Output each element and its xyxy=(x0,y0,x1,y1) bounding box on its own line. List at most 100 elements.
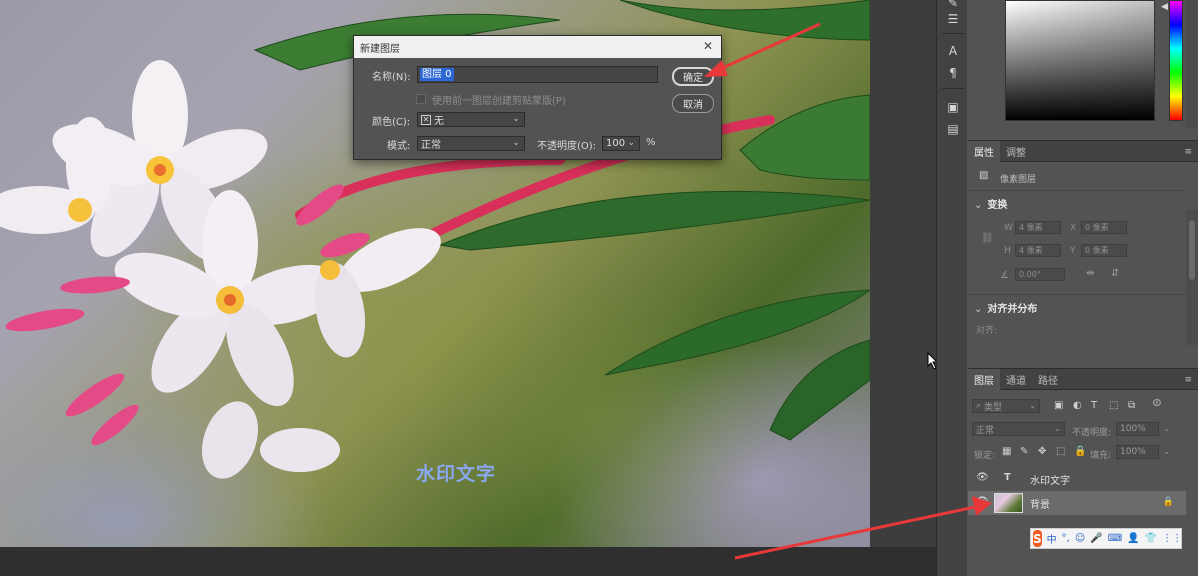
skin-icon[interactable]: 👕 xyxy=(1145,533,1157,544)
ime-toolbar: S 中 °, ☺ 🎤 ⌨ 👤 👕 ⋮⋮ xyxy=(1030,528,1182,549)
height-input[interactable]: 4 像素 xyxy=(1015,244,1061,257)
transform-section-header[interactable]: ⌄ 变换 xyxy=(974,196,1007,211)
keyboard-icon[interactable]: ⌨ xyxy=(1108,533,1122,544)
chevron-down-icon: ⌄ xyxy=(512,138,520,148)
microphone-icon[interactable]: 🎤 xyxy=(1090,533,1102,544)
text-layer-icon: T xyxy=(1004,472,1011,483)
filter-kind-value: 类型 xyxy=(984,402,1003,413)
color-select-value: 无 xyxy=(434,116,444,127)
filter-smart-object-icon[interactable]: ⧉ xyxy=(1128,400,1135,411)
link-icon[interactable]: ⛓ xyxy=(981,233,994,244)
filter-shape-icon[interactable]: ⬚ xyxy=(1109,400,1118,411)
color-panel-scrollbar[interactable] xyxy=(1185,0,1197,128)
layer-name: 背景 xyxy=(1030,500,1050,511)
chevron-down-icon: ⌄ xyxy=(512,114,520,124)
scrollbar-thumb[interactable] xyxy=(1189,220,1195,280)
layer-opacity-input[interactable]: 100% ⌄ xyxy=(1116,422,1170,436)
properties-tabs: 属性 调整 ≡ xyxy=(968,140,1198,162)
mode-select[interactable]: 正常 ⌄ xyxy=(417,136,525,151)
no-color-swatch-icon: ✕ xyxy=(421,114,431,125)
layer-row-watermark[interactable]: 👁 T 水印文字 xyxy=(968,467,1186,491)
opacity-unit: % xyxy=(646,137,656,148)
divider xyxy=(942,33,964,34)
flip-vertical-icon[interactable]: ⇵ xyxy=(1111,268,1119,279)
layer-row-background[interactable]: 👁 背景 🔒 xyxy=(968,491,1186,515)
align-title: 对齐并分布 xyxy=(987,304,1038,315)
fill-label: 填充: xyxy=(1090,451,1112,461)
blend-mode-select[interactable]: 正常 ⌄ xyxy=(972,422,1065,436)
canvas-bottom-bar xyxy=(0,547,936,576)
new-layer-dialog: 新建图层 ✕ 名称(N): 图层 0 使用前一图层创建剪贴蒙版(P) 颜色(C)… xyxy=(353,35,722,160)
chevron-down-icon: ⌄ xyxy=(974,304,983,315)
cancel-button[interactable]: 取消 xyxy=(672,94,714,113)
filter-toggle-icon[interactable]: ⏼ xyxy=(1153,398,1161,409)
layer-name-input[interactable]: 图层 0 xyxy=(417,66,658,83)
clip-mask-checkbox[interactable] xyxy=(416,94,426,104)
watermark-text-layer[interactable]: 水印文字 xyxy=(416,459,496,486)
lock-position-icon[interactable]: ✥ xyxy=(1038,446,1046,457)
tab-properties[interactable]: 属性 xyxy=(968,141,1000,162)
chevron-down-icon: ⌄ xyxy=(1029,401,1036,410)
layer-type-label: 像素图层 xyxy=(1000,175,1037,185)
x-input[interactable]: 0 像素 xyxy=(1081,221,1127,234)
opacity-input[interactable]: 100 ⌄ xyxy=(602,136,640,151)
grid-menu-icon[interactable]: ⋮⋮ xyxy=(1162,533,1182,544)
brush-icon[interactable]: ✎ xyxy=(946,0,960,10)
fill-input[interactable]: 100% ⌄ xyxy=(1116,445,1170,459)
character-icon[interactable]: A xyxy=(946,44,960,58)
blend-mode-value: 正常 xyxy=(976,425,995,436)
filter-adjustment-icon[interactable]: ◐ xyxy=(1073,400,1082,411)
layer-opacity-label: 不透明度: xyxy=(1072,428,1112,438)
paragraph-icon[interactable]: ¶ xyxy=(946,66,960,80)
tab-channels[interactable]: 通道 xyxy=(1000,369,1032,390)
y-input[interactable]: 0 像素 xyxy=(1081,244,1127,257)
properties-scrollbar[interactable] xyxy=(1186,210,1198,345)
lock-transparent-icon[interactable]: ▦ xyxy=(1002,446,1011,457)
chevron-down-icon: ⌄ xyxy=(1054,424,1061,433)
opacity-value: 100 xyxy=(606,138,626,149)
name-label: 名称(N): xyxy=(372,72,411,83)
hue-marker-icon[interactable]: ◀ xyxy=(1161,2,1168,12)
adjustments-icon[interactable]: ☰ xyxy=(946,12,960,26)
visibility-eye-icon[interactable]: 👁 xyxy=(976,496,989,507)
panel-menu-icon[interactable]: ≡ xyxy=(1184,375,1192,385)
panel-menu-icon[interactable]: ≡ xyxy=(1184,147,1192,157)
lock-all-icon[interactable]: 🔒 xyxy=(1074,446,1086,457)
color-select[interactable]: ✕ 无 ⌄ xyxy=(417,112,525,127)
ok-button[interactable]: 确定 xyxy=(672,67,714,86)
notes-icon[interactable]: ▤ xyxy=(946,122,960,136)
angle-icon: ∡ xyxy=(1000,270,1009,281)
mode-label: 模式: xyxy=(387,141,411,152)
punctuation-icon[interactable]: °, xyxy=(1062,533,1070,544)
flip-horizontal-icon[interactable]: ⇹ xyxy=(1086,268,1094,279)
ime-language-toggle[interactable]: 中 xyxy=(1047,531,1057,546)
pixel-layer-icon: ▨ xyxy=(979,170,989,181)
lock-artboard-icon[interactable]: ⬚ xyxy=(1056,446,1065,457)
close-icon[interactable]: ✕ xyxy=(703,39,713,53)
tab-adjustments[interactable]: 调整 xyxy=(1000,141,1032,162)
divider xyxy=(968,190,1186,191)
filter-pixel-icon[interactable]: ▣ xyxy=(1054,400,1063,411)
height-label: H xyxy=(1004,246,1011,256)
filter-type-icon[interactable]: T xyxy=(1091,400,1097,411)
color-label: 颜色(C): xyxy=(372,117,411,128)
sogou-logo-icon[interactable]: S xyxy=(1033,530,1042,547)
width-label: W xyxy=(1004,223,1013,233)
visibility-eye-icon[interactable]: 👁 xyxy=(976,472,989,483)
color-field[interactable] xyxy=(1005,0,1155,121)
right-panels: ◀ 属性 调整 ≡ ▨ 像素图层 ⌄ 变换 ⛓ W 4 像素 X 0 像素 H 4… xyxy=(968,0,1198,576)
mode-select-value: 正常 xyxy=(421,140,441,151)
angle-input[interactable]: 0.00° xyxy=(1015,268,1065,281)
hue-slider[interactable] xyxy=(1169,0,1183,121)
width-input[interactable]: 4 像素 xyxy=(1015,221,1061,234)
lock-image-icon[interactable]: ✎ xyxy=(1020,446,1028,457)
align-section-header[interactable]: ⌄ 对齐并分布 xyxy=(974,300,1037,315)
image-panel-icon[interactable]: ▣ xyxy=(946,100,960,114)
user-icon[interactable]: 👤 xyxy=(1127,533,1139,544)
dialog-titlebar[interactable]: 新建图层 xyxy=(354,36,721,58)
lock-icon[interactable]: 🔒 xyxy=(1163,497,1174,507)
tab-paths[interactable]: 路径 xyxy=(1032,369,1064,390)
emoji-icon[interactable]: ☺ xyxy=(1075,533,1085,544)
layer-filter-select[interactable]: ⌕ 类型 ⌄ xyxy=(972,399,1040,413)
tab-layers[interactable]: 图层 xyxy=(968,369,1000,390)
